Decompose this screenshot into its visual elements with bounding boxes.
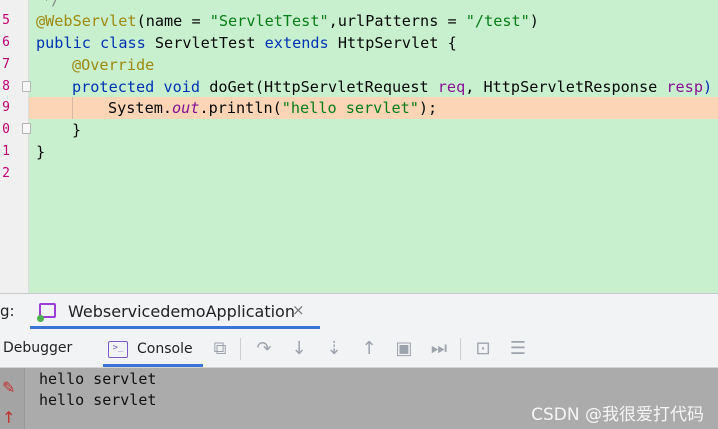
force-step-into-icon[interactable]: ⇣	[323, 338, 345, 360]
toolbar-separator	[240, 338, 241, 360]
code-line-method-sig: protected void doGet(HttpServletRequest …	[72, 78, 713, 96]
close-icon[interactable]: ×	[292, 301, 305, 319]
run-window-icon	[37, 303, 56, 322]
tab-console[interactable]: >_ Console	[103, 329, 203, 367]
tool-window-label: g:	[0, 302, 15, 320]
code-line-webservlet: @WebServlet(name = "ServletTest",urlPatt…	[36, 12, 539, 30]
code-line-class-decl: public class ServletTest extends HttpSer…	[36, 34, 457, 52]
run-to-cursor-icon[interactable]: ▣	[393, 338, 415, 360]
code-line-override: @Override	[72, 56, 155, 74]
console-output[interactable]: ✎ ↑ hello servlet hello servlet CSDN @我很…	[0, 368, 718, 429]
tab-debugger[interactable]: Debugger	[3, 340, 72, 356]
fold-marker-icon[interactable]	[22, 81, 31, 92]
code-editor[interactable]: 5 6 7 8 9 0 1 2 */ @WebServlet(name = "S…	[0, 0, 718, 293]
line-number: 0	[2, 122, 10, 137]
editor-gutter: 5 6 7 8 9 0 1 2	[0, 0, 31, 293]
watermark: CSDN @我很爱打代码	[531, 405, 704, 425]
debug-toolbar: Debugger >_ Console ⧉ ↷ ↓ ⇣ ↑ ▣ ⏭ ⊡ ☰	[0, 329, 718, 368]
console-icon: >_	[108, 341, 128, 358]
active-tab-underline	[103, 364, 203, 367]
step-over-icon[interactable]: ↷	[253, 338, 275, 360]
pen-icon[interactable]: ✎	[2, 378, 15, 397]
tab-run-configuration[interactable]: WebservicedemoApplication ×	[30, 294, 320, 329]
resume-icon[interactable]: ⏭	[428, 338, 450, 360]
list-icon[interactable]: ☰	[507, 338, 529, 360]
annotation-token: @WebServlet	[36, 12, 137, 30]
console-view-icon[interactable]: ⊡	[472, 338, 494, 360]
tool-window-tabs: g: WebservicedemoApplication ×	[0, 293, 718, 330]
string-token: "ServletTest"	[209, 12, 329, 30]
line-number: 7	[2, 57, 10, 72]
string-token: "/test"	[465, 12, 530, 30]
line-number: 9	[2, 100, 10, 115]
code-line-println: System.out.println("hello servlet");	[108, 99, 438, 117]
step-out-icon[interactable]: ↑	[358, 338, 380, 360]
arrow-up-icon[interactable]: ↑	[2, 408, 15, 427]
tab-console-label: Console	[137, 341, 193, 357]
running-indicator-icon	[37, 315, 44, 322]
code-line-class-close: }	[36, 143, 46, 161]
line-number: 2	[2, 166, 10, 181]
run-tab-label: WebservicedemoApplication	[68, 302, 295, 321]
code-line-method-close: }	[72, 121, 82, 139]
console-line: hello servlet	[39, 370, 157, 388]
console-gutter: ✎ ↑	[0, 368, 25, 429]
layout-icon[interactable]: ⧉	[209, 338, 231, 360]
line-number: 6	[2, 35, 10, 50]
console-line: hello servlet	[39, 391, 157, 409]
fold-marker-icon[interactable]	[22, 123, 31, 134]
indent-guide	[72, 97, 73, 119]
toolbar-separator	[460, 338, 461, 360]
line-number: 8	[2, 79, 10, 94]
step-into-icon[interactable]: ↓	[288, 338, 310, 360]
line-number: 1	[2, 144, 10, 159]
line-number: 5	[2, 13, 10, 28]
